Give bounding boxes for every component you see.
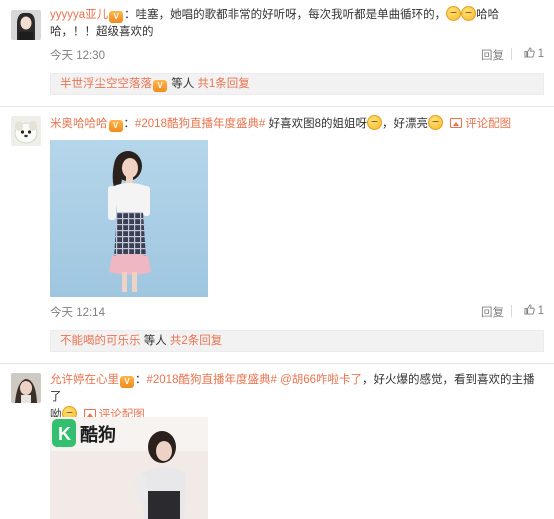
emoji-icon <box>461 6 477 21</box>
sub-reply-count-link[interactable]: 共2条回复 <box>170 335 222 347</box>
avatar[interactable] <box>11 373 41 403</box>
sub-reply-count-link[interactable]: 共1条回复 <box>197 78 249 90</box>
comment-text: 好喜欢图8的姐姐呀 <box>268 118 367 130</box>
sub-reply-summary[interactable]: 半世浮尘空空落落 V 等人 共1条回复 <box>50 73 544 95</box>
comment-body: yyyyya亚儿 V ：哇塞，她唱的歌都非常的好听呀，每次我听都是单曲循环的， 哈哈 … <box>50 6 544 41</box>
username-link[interactable]: yyyyya亚儿 <box>50 9 108 21</box>
divider <box>0 106 554 107</box>
vip-badge-icon: V <box>153 80 167 92</box>
sub-reply-user[interactable]: 不能喝的可乐乐 <box>60 335 141 347</box>
mention-link[interactable]: @胡66咋啦卡了 <box>280 374 362 386</box>
topic-link[interactable]: #2018酷狗直播年度盛典# <box>135 118 265 130</box>
thumb-up-icon <box>524 47 535 58</box>
like-button[interactable]: 1 <box>524 47 544 60</box>
picture-icon <box>450 118 463 128</box>
comment-photo[interactable]: K 酷狗 <box>50 417 208 519</box>
like-count: 1 <box>537 48 544 60</box>
comment-meta: 今天 12:30 回复 1 <box>50 47 544 63</box>
username-link[interactable]: 米奥哈哈哈 <box>50 118 108 130</box>
like-button[interactable]: 1 <box>524 304 544 317</box>
timestamp: 今天 12:14 <box>50 307 105 319</box>
divider <box>0 363 554 364</box>
sub-reply-summary[interactable]: 不能喝的可乐乐 等人 共2条回复 <box>50 330 544 352</box>
comment-text: ，好漂亮 <box>381 118 428 130</box>
svg-text:K: K <box>58 424 71 444</box>
emoji-icon <box>366 115 382 130</box>
topic-link[interactable]: #2018酷狗直播年度盛典# <box>147 374 277 386</box>
avatar[interactable] <box>11 10 41 40</box>
reply-button[interactable]: 回复 <box>481 304 504 320</box>
comment-text: ：哇塞，她唱的歌都非常的好听呀，每次我听都是单曲循环的， <box>124 9 447 21</box>
emoji-icon <box>446 6 462 21</box>
comment-picture-link[interactable]: 评论配图 <box>450 118 511 130</box>
comment-photo[interactable] <box>50 140 208 297</box>
sub-reply-text: 等人 <box>171 78 195 90</box>
emoji-icon <box>427 115 443 130</box>
vip-badge-icon: V <box>120 376 134 388</box>
comment-body: 米奥哈哈哈 V ：#2018酷狗直播年度盛典# 好喜欢图8的姐姐呀 ，好漂亮 评论配图 <box>50 115 544 133</box>
timestamp: 今天 12:30 <box>50 50 105 62</box>
divider <box>511 48 512 60</box>
comment-text: 哈哈 <box>476 9 500 21</box>
vip-badge-icon: V <box>108 120 123 132</box>
comment-picture-label: 评论配图 <box>465 118 512 130</box>
username-link[interactable]: 允许婷在心里 <box>50 374 119 386</box>
vip-badge-icon: V <box>109 11 124 23</box>
reply-button[interactable]: 回复 <box>481 47 504 63</box>
divider <box>511 305 512 317</box>
thumb-up-icon <box>524 304 535 315</box>
sub-reply-text: 等人 <box>143 335 167 347</box>
sub-reply-user[interactable]: 半世浮尘空空落落 <box>60 78 152 90</box>
comment-text: 哈，！！超级喜欢的 <box>50 26 154 38</box>
svg-text:酷狗: 酷狗 <box>80 424 116 445</box>
like-count: 1 <box>537 305 544 317</box>
comment-meta: 今天 12:14 回复 1 <box>50 304 544 320</box>
avatar[interactable] <box>11 116 41 146</box>
